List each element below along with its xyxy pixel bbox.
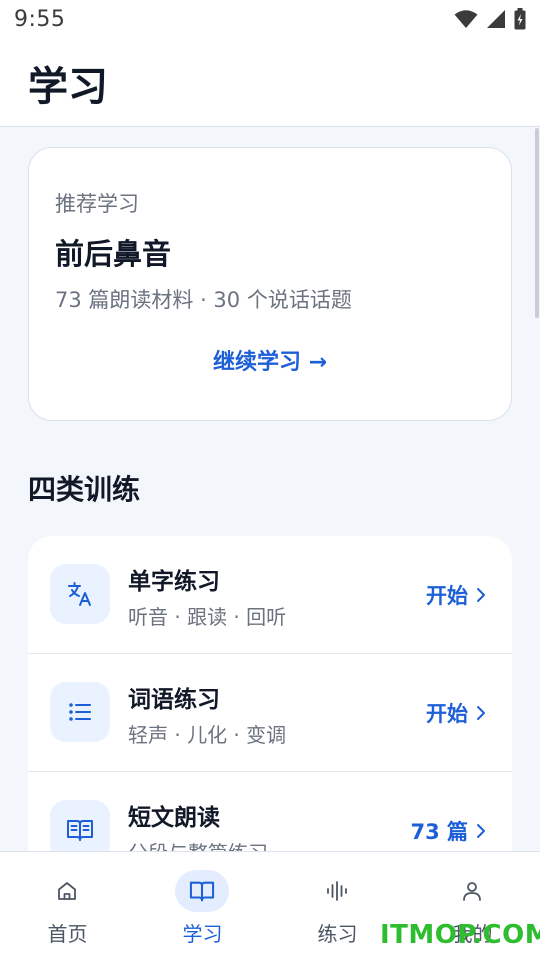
item-subtitle: 轻声 · 儿化 · 变调 bbox=[128, 723, 287, 747]
item-title: 单字练习 bbox=[128, 569, 220, 595]
tab-label: 首页 bbox=[47, 922, 88, 946]
page-title: 学习 bbox=[28, 64, 108, 110]
recommend-title: 前后鼻音 bbox=[55, 237, 172, 271]
action-label: 73 篇 bbox=[410, 820, 468, 844]
tab-label: 学习 bbox=[182, 922, 223, 946]
start-button[interactable]: 开始 bbox=[426, 698, 486, 728]
list-item-single-char[interactable]: 单字练习 听音 · 跟读 · 回听 开始 bbox=[28, 536, 512, 654]
content-area[interactable]: 推荐学习 前后鼻音 73 篇朗读材料 · 30 个说话话题 继续学习 → 四类训… bbox=[0, 128, 540, 851]
item-title: 词语练习 bbox=[128, 687, 220, 713]
item-title: 短文朗读 bbox=[128, 805, 220, 831]
user-icon bbox=[445, 870, 499, 912]
section-title: 四类训练 bbox=[28, 473, 141, 506]
list-item-words[interactable]: 词语练习 轻声 · 儿化 · 变调 开始 bbox=[28, 654, 512, 772]
action-label: 开始 bbox=[426, 584, 468, 608]
waveform-icon bbox=[310, 870, 364, 912]
recommend-card[interactable]: 推荐学习 前后鼻音 73 篇朗读材料 · 30 个说话话题 继续学习 → bbox=[28, 147, 512, 421]
recommend-kicker: 推荐学习 bbox=[55, 192, 139, 216]
tab-study[interactable]: 学习 bbox=[135, 852, 270, 960]
battery-icon bbox=[514, 8, 526, 30]
training-list: 单字练习 听音 · 跟读 · 回听 开始 词语练习 轻声 · 儿化 · 变调 开… bbox=[28, 536, 512, 851]
item-subtitle: 分段与整篇练习 bbox=[128, 837, 268, 851]
app-header: 学习 bbox=[0, 38, 540, 127]
book-icon bbox=[175, 870, 229, 912]
home-icon bbox=[40, 870, 94, 912]
list-item-passage[interactable]: 短文朗读 分段与整篇练习 73 篇 bbox=[28, 772, 512, 851]
wifi-icon bbox=[454, 10, 478, 28]
tab-home[interactable]: 首页 bbox=[0, 852, 135, 960]
status-icons bbox=[454, 8, 526, 30]
continue-learning-button[interactable]: 继续学习 → bbox=[29, 344, 511, 376]
chevron-right-icon bbox=[477, 588, 485, 602]
start-button[interactable]: 开始 bbox=[426, 580, 486, 610]
list-icon bbox=[50, 682, 110, 742]
action-label: 开始 bbox=[426, 702, 468, 726]
watermark: ITMOP.COM bbox=[380, 920, 540, 950]
signal-icon bbox=[487, 10, 505, 28]
passages-count-button[interactable]: 73 篇 bbox=[410, 816, 486, 846]
chevron-right-icon bbox=[477, 824, 485, 838]
translate-icon bbox=[50, 564, 110, 624]
item-subtitle: 听音 · 跟读 · 回听 bbox=[128, 605, 287, 629]
recommend-meta: 73 篇朗读材料 · 30 个说话话题 bbox=[55, 288, 352, 312]
status-bar: 9:55 bbox=[0, 0, 540, 38]
scrollbar[interactable] bbox=[535, 128, 539, 318]
book-icon bbox=[50, 800, 110, 851]
status-time: 9:55 bbox=[14, 6, 66, 32]
chevron-right-icon bbox=[477, 706, 485, 720]
